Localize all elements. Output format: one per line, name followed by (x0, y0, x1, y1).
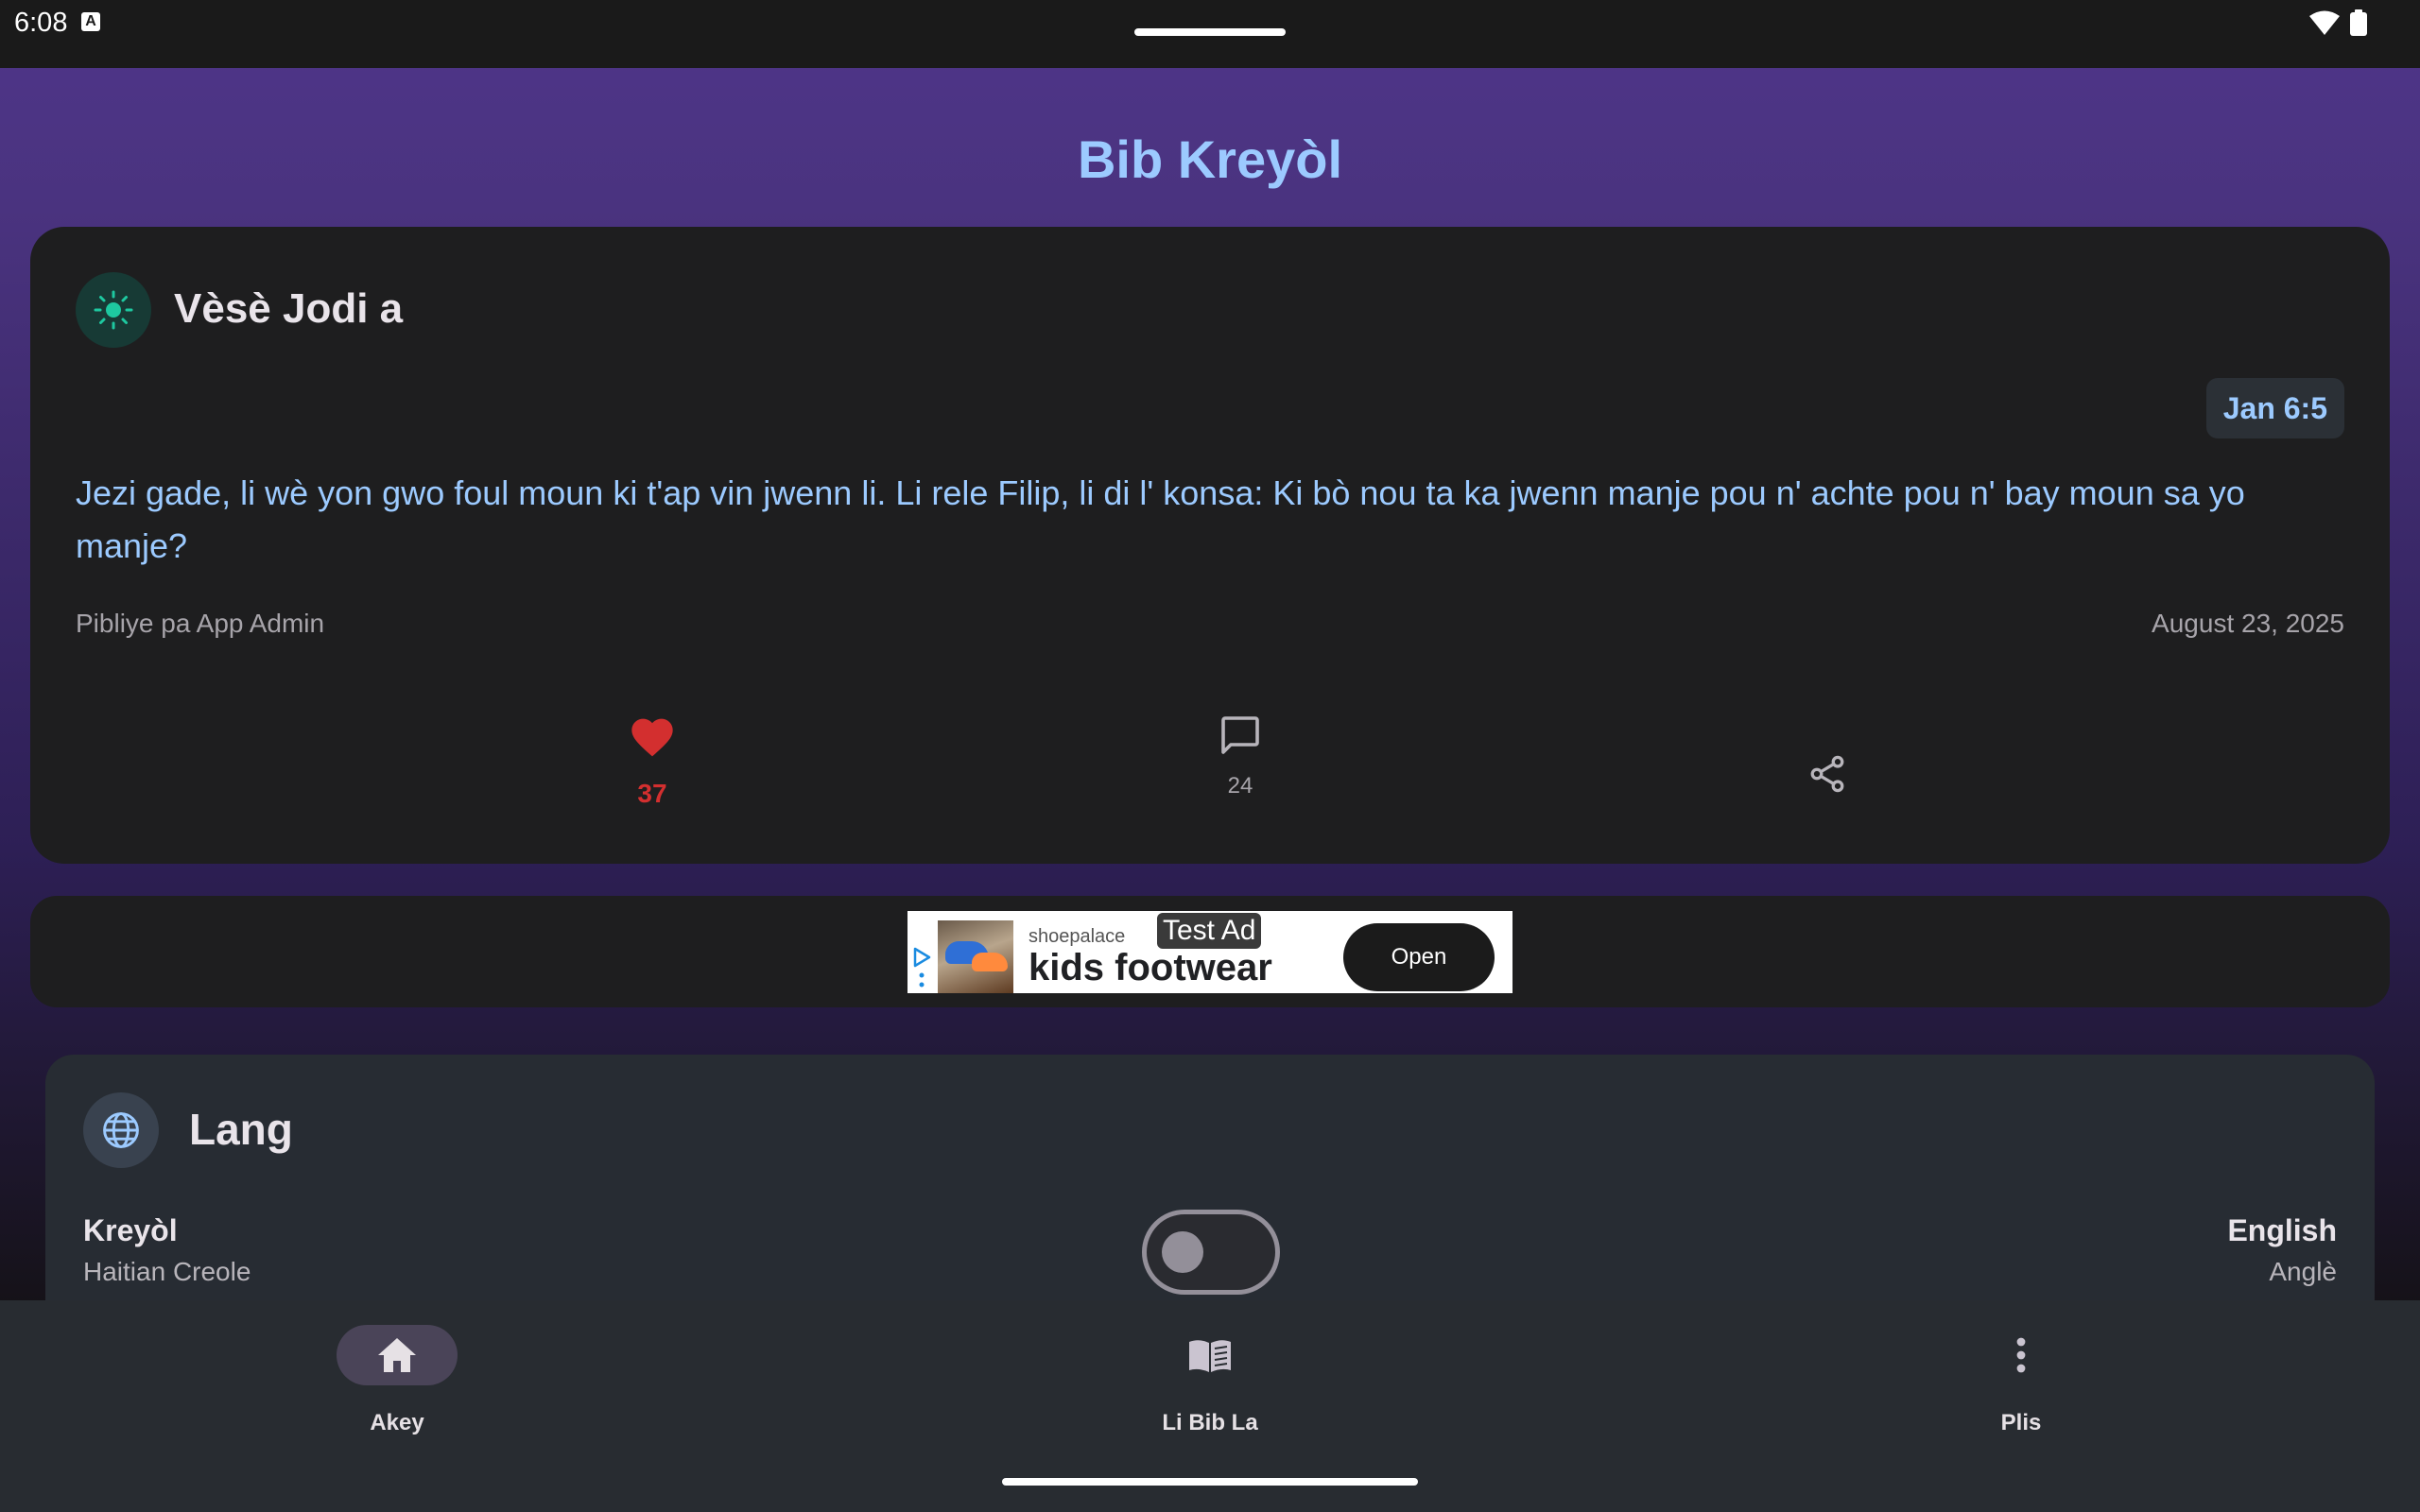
language-english-name: English (2227, 1213, 2337, 1247)
globe-badge (83, 1092, 159, 1168)
gesture-bar (1002, 1478, 1418, 1486)
verse-author: Pibliye pa App Admin (76, 609, 325, 638)
globe-icon (103, 1112, 139, 1148)
nav-item-home[interactable]: Akey (274, 1323, 520, 1436)
share-icon (1810, 755, 1844, 793)
book-icon (1189, 1340, 1231, 1372)
nav-label-home: Akey (370, 1410, 424, 1435)
verse-date: August 23, 2025 (2152, 609, 2344, 638)
share-button[interactable] (1794, 741, 1860, 807)
wifi-icon (2309, 10, 2340, 35)
app-title: Bib Kreyòl (1077, 129, 1343, 189)
nav-item-bible[interactable]: Li Bib La (1087, 1323, 1333, 1436)
sun-icon (94, 290, 133, 330)
language-english-sub: Anglè (2269, 1257, 2337, 1286)
nav-label-bible: Li Bib La (1162, 1410, 1258, 1435)
ad-choices-icon[interactable] (911, 947, 932, 988)
language-creole-sub: Haitian Creole (83, 1257, 251, 1286)
language-toggle[interactable] (1142, 1210, 1280, 1295)
language-creole-name: Kreyòl (83, 1213, 178, 1247)
sun-badge (76, 272, 151, 348)
ad-banner[interactable]: shoepalace kids footwear Test Ad Open (908, 911, 1512, 993)
language-title: Lang (189, 1105, 293, 1154)
status-handle (1134, 28, 1286, 36)
ad-open-button[interactable]: Open (1343, 923, 1495, 991)
verse-reference-chip[interactable]: Jan 6:5 (2205, 378, 2344, 438)
verse-text: Jezi gade, li wè yon gwo foul moun ki t'… (76, 473, 2245, 565)
verse-of-day-card: Vèsè Jodi a Jan 6:5 Jezi gade, li wè yon… (30, 227, 2390, 864)
like-button[interactable]: 37 (586, 713, 718, 808)
nav-item-more[interactable]: Plis (1898, 1323, 2144, 1436)
more-vert-icon (2016, 1337, 2026, 1373)
home-icon (378, 1338, 416, 1372)
heart-icon (631, 718, 673, 757)
comment-count: 24 (1227, 773, 1253, 799)
comment-button[interactable]: 24 (1174, 713, 1306, 807)
ad-test-label: Test Ad (1157, 913, 1262, 949)
status-time: 6:08 (14, 8, 68, 38)
language-card: Lang Kreyòl Haitian Creole English Anglè (45, 1055, 2375, 1338)
ad-image (938, 920, 1013, 993)
comment-icon (1221, 716, 1259, 754)
toggle-thumb (1162, 1231, 1203, 1273)
like-count: 37 (637, 779, 667, 808)
nav-label-more: Plis (2000, 1410, 2042, 1435)
ad-headline: kids footwear (1028, 947, 1272, 988)
a-icon: A (81, 12, 100, 31)
battery-icon (2350, 9, 2367, 36)
status-bar: 6:08 A (0, 0, 2420, 68)
ad-advertiser: shoepalace (1028, 926, 1126, 947)
verse-card-title: Vèsè Jodi a (174, 285, 404, 332)
